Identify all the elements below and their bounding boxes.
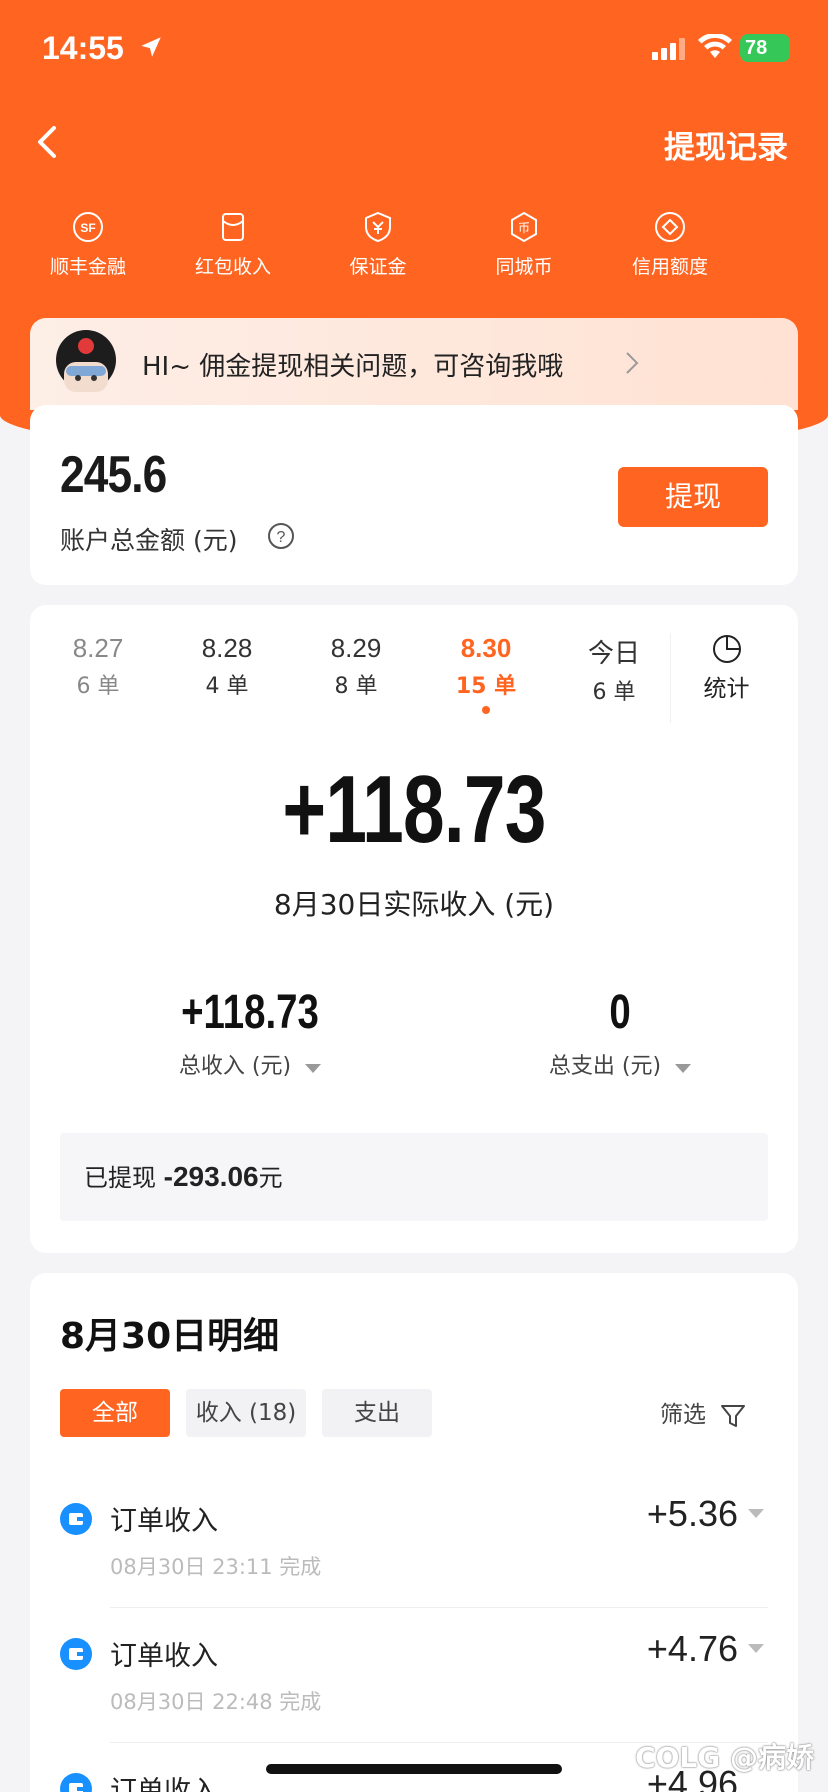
svg-text:SF: SF <box>80 221 95 235</box>
total-expense-stat[interactable]: 0 总支出 (元) <box>470 985 770 1080</box>
withdraw-record-link[interactable]: 提现记录 <box>664 122 788 167</box>
transaction-title: 订单收入 <box>110 1641 218 1672</box>
total-income-stat[interactable]: +118.73 总收入 (元) <box>100 985 400 1080</box>
filter-label: 筛选 <box>660 1402 706 1428</box>
stats-label: 统计 <box>703 676 750 702</box>
red-envelope-icon <box>222 213 244 241</box>
chevron-down-icon <box>675 1064 692 1073</box>
transaction-row[interactable]: 订单收入 08月30日 23:11 完成 +5.36 <box>60 1473 768 1608</box>
quick-item-credit-limit[interactable]: 信用额度 <box>610 210 730 279</box>
quick-item-deposit[interactable]: 保证金 <box>318 210 438 279</box>
date-tab-count: 6 单 <box>76 674 120 699</box>
wallet-icon <box>60 1773 92 1792</box>
cellular-signal-icon <box>652 38 685 60</box>
date-tab-date: 8.30 <box>460 633 512 663</box>
detail-title: 8月30日明细 <box>60 1316 280 1357</box>
filter-all-chip[interactable]: 全部 <box>60 1389 170 1437</box>
transaction-title: 订单收入 <box>110 1776 218 1792</box>
income-summary-card: 8.27 6 单 8.28 4 单 8.29 8 单 8.30 15 单 今日 … <box>30 605 798 1253</box>
filter-income-chip[interactable]: 收入 (18) <box>186 1389 306 1437</box>
balance-card: 245.6 账户总金额 (元) ? 提现 <box>30 405 798 585</box>
transaction-time: 08月30日 23:11 完成 <box>110 1555 322 1579</box>
withdrawn-summary: 已提现 -293.06元 <box>60 1133 768 1221</box>
sf-finance-icon: SF <box>73 212 103 242</box>
quick-item-label: 同城币 <box>495 256 553 278</box>
date-tab-today[interactable]: 今日 6 单 <box>554 633 674 706</box>
filter-expense-chip[interactable]: 支出 <box>322 1389 432 1437</box>
total-income-amount: +118.73 <box>181 986 319 1039</box>
chevron-down-icon <box>305 1064 322 1073</box>
total-expense-amount: 0 <box>609 986 631 1039</box>
total-income-label: 总收入 (元) <box>178 1054 292 1079</box>
filter-button[interactable]: 筛选 <box>660 1395 747 1430</box>
quick-item-label: 顺丰金融 <box>49 256 126 278</box>
quick-item-sf-finance[interactable]: SF 顺丰金融 <box>28 210 148 279</box>
transaction-title: 订单收入 <box>110 1506 218 1537</box>
chevron-down-icon <box>748 1644 764 1653</box>
back-arrow-icon[interactable] <box>30 120 66 164</box>
chevron-right-icon <box>626 352 639 374</box>
battery-icon: 78 <box>740 34 790 62</box>
quick-item-label: 信用额度 <box>631 256 708 278</box>
date-tab-830[interactable]: 8.30 15 单 <box>426 633 546 714</box>
help-question-icon[interactable]: ? <box>266 521 296 551</box>
date-tab-count: 6 单 <box>592 680 636 705</box>
date-tab-count: 8 单 <box>334 674 378 699</box>
transaction-row[interactable]: 订单收入 08月30日 22:48 完成 +4.76 <box>60 1608 768 1743</box>
date-tab-829[interactable]: 8.29 8 单 <box>296 633 416 700</box>
funnel-filter-icon <box>721 1404 746 1427</box>
date-tab-date: 8.28 <box>201 633 253 663</box>
credit-limit-icon <box>655 212 685 242</box>
actual-income-label: 8月30日实际收入 (元) <box>273 888 555 921</box>
date-tab-828[interactable]: 8.28 4 单 <box>167 633 287 700</box>
quick-item-red-envelope[interactable]: 红包收入 <box>173 210 293 279</box>
home-indicator <box>266 1764 562 1774</box>
city-coin-icon: 币 <box>511 211 537 243</box>
transaction-amount: +5.36 <box>646 1493 738 1534</box>
date-tab-count: 15 单 <box>455 674 517 699</box>
withdraw-button[interactable]: 提现 <box>618 467 768 527</box>
wallet-icon <box>60 1638 92 1670</box>
total-expense-label: 总支出 (元) <box>548 1054 662 1079</box>
transaction-amount: +4.76 <box>646 1628 738 1669</box>
actual-income-amount: +118.73 <box>282 756 546 863</box>
balance-amount: 245.6 <box>60 446 167 504</box>
quick-menu: SF 顺丰金融 红包收入 保证金 币 同城币 信用额度 <box>0 210 828 290</box>
stats-button[interactable]: 统计 <box>670 633 782 723</box>
courier-avatar-icon <box>56 330 116 392</box>
wifi-icon <box>698 34 732 58</box>
withdrawn-amount: -293.06 <box>163 1161 259 1192</box>
battery-level: 78 <box>745 37 768 59</box>
date-tab-date: 8.27 <box>72 633 124 663</box>
wallet-icon <box>60 1503 92 1535</box>
date-tab-date: 今日 <box>587 638 640 668</box>
watermark: COLG @病娇 <box>635 1741 814 1774</box>
assistant-banner[interactable]: HI~ 佣金提现相关问题，可咨询我哦 <box>30 318 798 410</box>
status-time: 14:55 <box>42 30 124 66</box>
deposit-shield-icon <box>365 211 391 243</box>
pie-chart-icon <box>712 635 741 663</box>
detail-card: 8月30日明细 全部 收入 (18) 支出 筛选 订单收入 08月30日 23:… <box>30 1273 798 1792</box>
nav-bar: 提现记录 <box>0 112 828 172</box>
date-tab-count: 4 单 <box>205 674 249 699</box>
chevron-down-icon <box>748 1509 764 1518</box>
withdrawn-prefix: 已提现 <box>84 1164 156 1192</box>
status-bar: 14:55 78 <box>0 0 828 100</box>
quick-item-city-coin[interactable]: 币 同城币 <box>464 210 584 279</box>
quick-item-label: 红包收入 <box>194 256 271 278</box>
svg-text:?: ? <box>277 529 286 546</box>
transaction-time: 08月30日 22:48 完成 <box>110 1690 322 1714</box>
withdrawn-unit: 元 <box>258 1164 283 1192</box>
svg-text:币: 币 <box>518 221 530 235</box>
date-tab-date: 8.29 <box>330 633 382 663</box>
date-tabs: 8.27 6 单 8.28 4 单 8.29 8 单 8.30 15 单 今日 … <box>30 633 798 723</box>
balance-label: 账户总金额 (元) <box>60 526 238 555</box>
assistant-message: HI~ 佣金提现相关问题，可咨询我哦 <box>142 352 564 382</box>
location-arrow-icon <box>141 37 161 57</box>
date-tab-827[interactable]: 8.27 6 单 <box>38 633 158 700</box>
active-indicator-dot <box>482 706 490 714</box>
quick-item-label: 保证金 <box>349 256 407 278</box>
